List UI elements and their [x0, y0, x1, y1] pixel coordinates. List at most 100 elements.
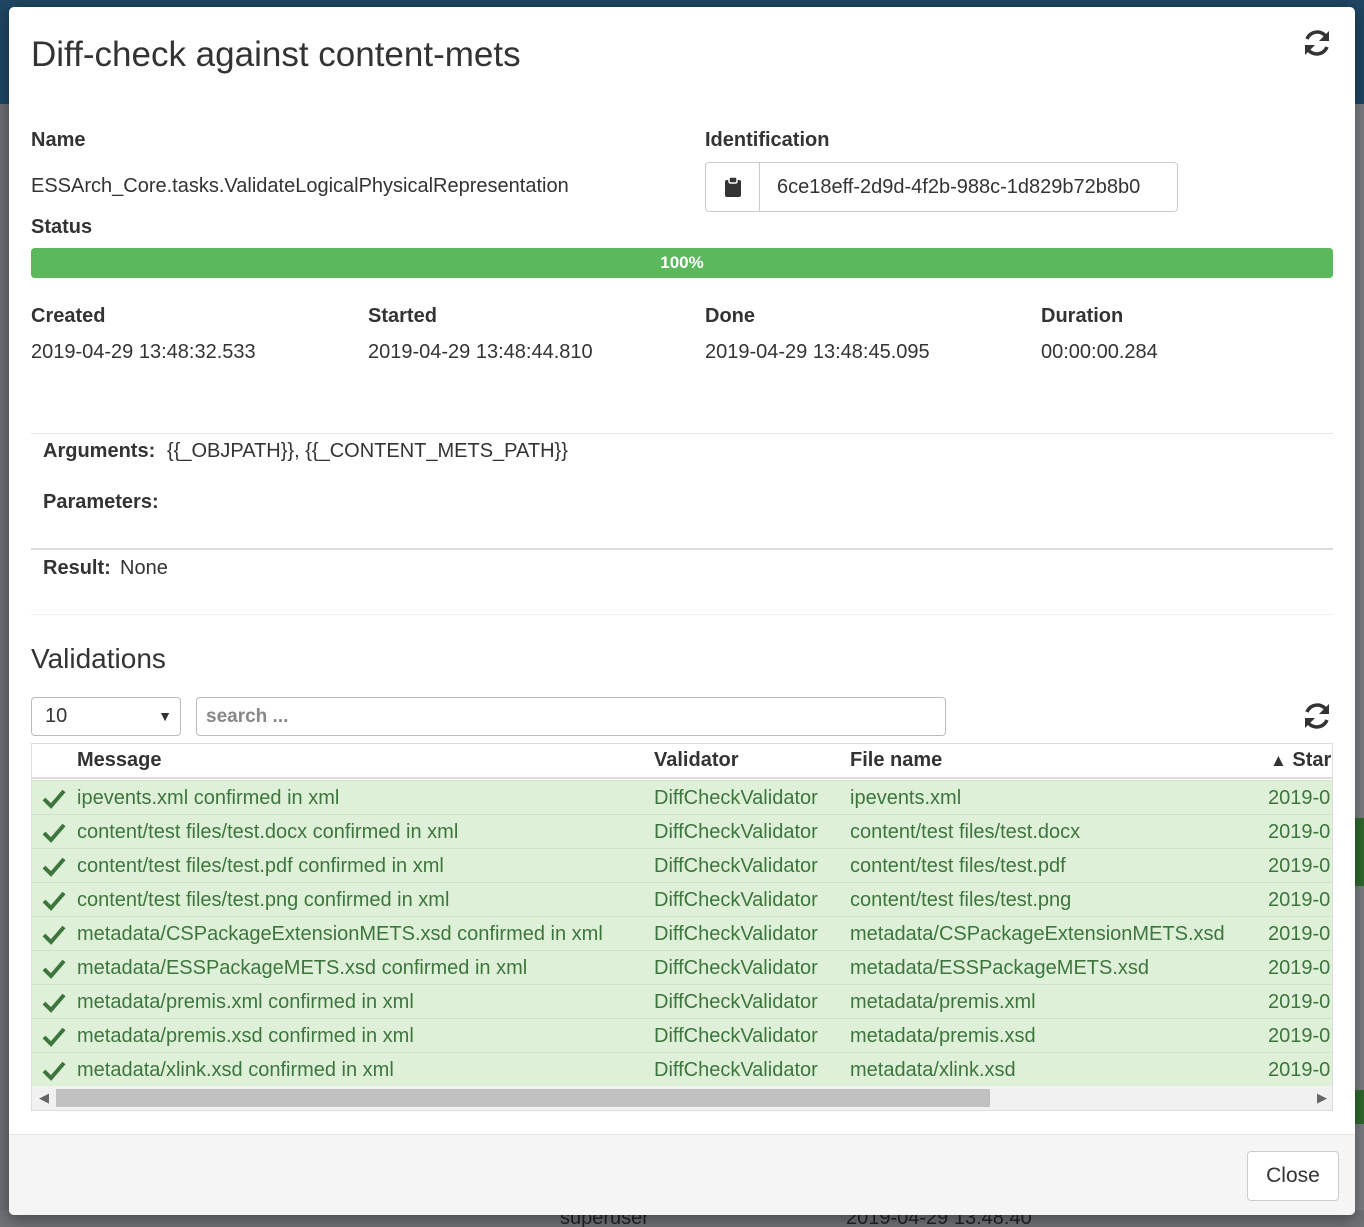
table-row[interactable]: content/test files/test.docx confirmed i… — [32, 814, 1332, 848]
cell-message: content/test files/test.docx confirmed i… — [77, 821, 459, 843]
cell-validator: DiffCheckValidator — [654, 889, 818, 911]
modal-footer: Close — [9, 1134, 1355, 1215]
created-value: 2019-04-29 13:48:32.533 — [31, 341, 256, 363]
created-label: Created — [31, 305, 106, 327]
check-icon — [42, 891, 66, 911]
name-value: ESSArch_Core.tasks.ValidateLogicalPhysic… — [31, 175, 569, 197]
cell-filename: metadata/xlink.xsd — [850, 1059, 1016, 1081]
cell-start: 2019-0 — [1268, 923, 1331, 945]
cell-filename: metadata/ESSPackageMETS.xsd — [850, 957, 1150, 979]
cell-start: 2019-0 — [1268, 821, 1331, 843]
table-row[interactable]: metadata/premis.xml confirmed in xml Diff… — [32, 984, 1332, 1018]
identification-field: 6ce18eff-2d9d-4f2b-988c-1d829b72b8b0 — [705, 162, 1178, 212]
cell-filename: content/test files/test.pdf — [850, 855, 1066, 877]
divider — [31, 433, 1333, 434]
cell-start: 2019-0 — [1268, 855, 1331, 877]
sort-ascending-icon: ▲ — [1270, 751, 1287, 770]
cell-message: content/test files/test.pdf confirmed in… — [77, 855, 444, 877]
cell-filename: content/test files/test.docx — [850, 821, 1081, 843]
done-label: Done — [705, 305, 755, 327]
validations-table: Message Validator File name ▲ Star ipeve… — [31, 743, 1333, 1111]
cell-message: metadata/CSPackageExtensionMETS.xsd conf… — [77, 923, 603, 945]
divider — [31, 548, 1333, 550]
column-header-start-label: Star — [1292, 749, 1332, 771]
cell-filename: metadata/premis.xsd — [850, 1025, 1036, 1047]
result-label: Result: — [43, 557, 111, 579]
identification-value: 6ce18eff-2d9d-4f2b-988c-1d829b72b8b0 — [777, 176, 1141, 198]
cell-message: metadata/xlink.xsd confirmed in xml — [77, 1059, 394, 1081]
check-icon — [42, 925, 66, 945]
table-row[interactable]: metadata/premis.xsd confirmed in xml Diff… — [32, 1018, 1332, 1052]
table-row[interactable]: ipevents.xml confirmed in xml DiffCheckVa… — [32, 780, 1332, 814]
table-row[interactable]: metadata/ESSPackageMETS.xsd confirmed in… — [32, 950, 1332, 984]
cell-validator: DiffCheckValidator — [654, 1025, 818, 1047]
copy-clipboard-button[interactable] — [706, 163, 760, 211]
duration-label: Duration — [1041, 305, 1124, 327]
cell-message: metadata/premis.xsd confirmed in xml — [77, 1025, 414, 1047]
scroll-left-icon[interactable]: ◀ — [39, 1090, 49, 1106]
horizontal-scrollbar[interactable]: ◀ ▶ — [32, 1086, 1332, 1110]
cell-start: 2019-0 — [1268, 889, 1331, 911]
background-status-marker — [1354, 818, 1364, 852]
modal-title: Diff-check against content-mets — [31, 35, 521, 74]
validations-title: Validations — [31, 643, 166, 674]
progress-fill: 100% — [31, 248, 1333, 278]
column-header-validator[interactable]: Validator — [654, 749, 738, 772]
table-row[interactable]: content/test files/test.pdf confirmed in… — [32, 848, 1332, 882]
cell-start: 2019-0 — [1268, 957, 1331, 979]
table-row[interactable]: metadata/CSPackageExtensionMETS.xsd conf… — [32, 916, 1332, 950]
clipboard-icon — [724, 177, 741, 197]
refresh-icon[interactable] — [1301, 700, 1333, 732]
cell-start: 2019-0 — [1268, 1025, 1331, 1047]
task-detail-modal: Diff-check against content-mets Name ESS… — [9, 7, 1355, 1215]
check-icon — [42, 959, 66, 979]
page-size-value: 10 — [45, 705, 68, 727]
result-value: None — [120, 557, 168, 579]
cell-validator: DiffCheckValidator — [654, 821, 818, 843]
table-row[interactable]: content/test files/test.png confirmed in… — [32, 882, 1332, 916]
cell-message: metadata/ESSPackageMETS.xsd confirmed in… — [77, 957, 528, 979]
cell-message: content/test files/test.png confirmed in… — [77, 889, 450, 911]
column-header-message[interactable]: Message — [77, 749, 162, 772]
check-icon — [42, 823, 66, 843]
status-label: Status — [31, 216, 93, 238]
started-label: Started — [368, 305, 437, 327]
check-icon — [42, 1061, 66, 1081]
background-status-marker — [1354, 1090, 1364, 1124]
identification-label: Identification — [705, 129, 830, 151]
cell-filename: content/test files/test.png — [850, 889, 1072, 911]
cell-validator: DiffCheckValidator — [654, 923, 818, 945]
cell-validator: DiffCheckValidator — [654, 787, 818, 809]
done-value: 2019-04-29 13:48:45.095 — [705, 341, 930, 363]
divider — [31, 614, 1333, 615]
arguments-value: {{_OBJPATH}}, {{_CONTENT_METS_PATH}} — [167, 440, 568, 462]
check-icon — [42, 1027, 66, 1047]
modal-header: Diff-check against content-mets — [9, 7, 1355, 107]
scrollbar-thumb[interactable] — [56, 1089, 990, 1107]
cell-filename: metadata/CSPackageExtensionMETS.xsd — [850, 923, 1225, 945]
column-header-start[interactable]: ▲ Star — [1270, 749, 1331, 772]
duration-value: 00:00:00.284 — [1041, 341, 1158, 363]
page-size-select[interactable]: 10 ▼ — [31, 697, 181, 736]
cell-start: 2019-0 — [1268, 787, 1331, 809]
check-icon — [42, 857, 66, 877]
close-button[interactable]: Close — [1247, 1151, 1339, 1201]
name-label: Name — [31, 129, 86, 151]
cell-validator: DiffCheckValidator — [654, 1059, 818, 1081]
search-input[interactable] — [196, 697, 946, 736]
scroll-right-icon[interactable]: ▶ — [1317, 1090, 1327, 1106]
cell-validator: DiffCheckValidator — [654, 855, 818, 877]
cell-validator: DiffCheckValidator — [654, 991, 818, 1013]
cell-validator: DiffCheckValidator — [654, 957, 818, 979]
table-header: Message Validator File name ▲ Star — [32, 744, 1332, 779]
arguments-label: Arguments: — [43, 440, 156, 462]
column-header-filename[interactable]: File name — [850, 749, 942, 772]
table-row[interactable]: metadata/xlink.xsd confirmed in xml DiffC… — [32, 1052, 1332, 1086]
cell-start: 2019-0 — [1268, 991, 1331, 1013]
cell-filename: metadata/premis.xml — [850, 991, 1036, 1013]
check-icon — [42, 789, 66, 809]
check-icon — [42, 993, 66, 1013]
caret-down-icon: ▼ — [158, 708, 172, 724]
refresh-icon[interactable] — [1301, 27, 1333, 59]
cell-filename: ipevents.xml — [850, 787, 962, 809]
